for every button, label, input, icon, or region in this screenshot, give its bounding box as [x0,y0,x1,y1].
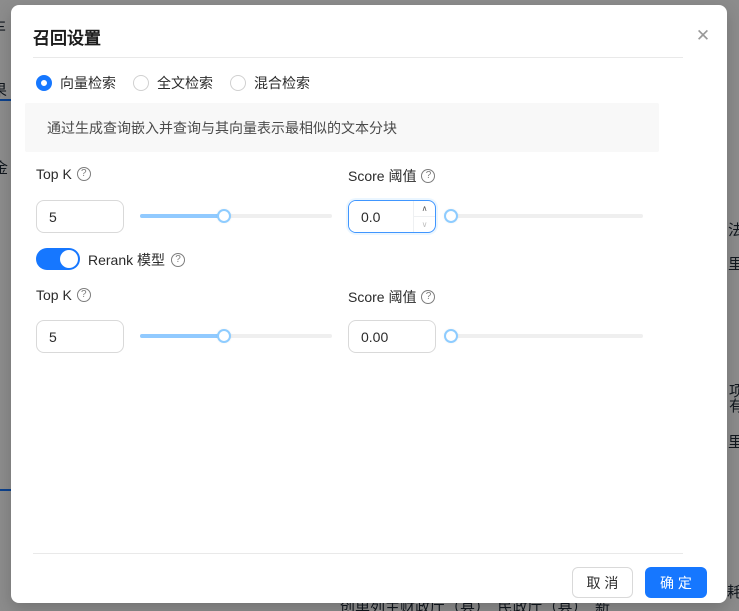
topk-label-text: Top K [36,287,72,303]
confirm-button[interactable]: 确 定 [645,567,707,598]
footer-divider [33,553,683,554]
number-spinner: ∧ ∨ [413,201,435,232]
topk-input-vector[interactable] [36,200,124,233]
help-icon[interactable]: ? [421,169,435,183]
radio-vector-search[interactable]: 向量检索 [36,73,116,93]
slider-handle[interactable] [217,209,231,223]
score-label-vector: Score 阈值 ? [348,166,435,186]
recall-settings-modal: 召回设置 ✕ 向量检索 全文检索 混合检索 通过生成查询嵌入并查询与其向量表示最… [11,5,727,603]
score-label-text: Score 阈值 [348,166,416,186]
radio-selected-icon [36,75,52,91]
rerank-label: Rerank 模型 ? [88,250,185,270]
slider-handle[interactable] [217,329,231,343]
toggle-knob [60,250,78,268]
score-input-rerank[interactable] [348,320,436,353]
score-slider-rerank[interactable] [445,329,643,343]
topk-slider-vector[interactable] [140,209,332,223]
retrieval-mode-radio-group: 向量检索 全文检索 混合检索 [36,73,327,93]
topk-label-vector: Top K ? [36,166,91,182]
spinner-down-icon[interactable]: ∨ [414,217,435,232]
rerank-label-text: Rerank 模型 [88,250,165,270]
mode-description-text: 通过生成查询嵌入并查询与其向量表示最相似的文本分块 [47,118,397,138]
help-icon[interactable]: ? [77,167,91,181]
header-divider [33,57,683,58]
score-slider-vector[interactable] [445,209,643,223]
spinner-up-icon[interactable]: ∧ [414,201,435,217]
topk-label-text: Top K [36,166,72,182]
topk-slider-rerank[interactable] [140,329,332,343]
radio-fulltext-search[interactable]: 全文检索 [133,73,213,93]
slider-track[interactable] [445,214,643,218]
help-icon[interactable]: ? [421,290,435,304]
topk-label-rerank: Top K ? [36,287,91,303]
score-input-vector[interactable] [349,201,413,232]
slider-track[interactable] [445,334,643,338]
radio-unselected-icon [133,75,149,91]
radio-unselected-icon [230,75,246,91]
slider-handle[interactable] [444,329,458,343]
slider-fill [140,214,224,218]
radio-label: 混合检索 [254,73,310,93]
score-label-text: Score 阈值 [348,287,416,307]
help-icon[interactable]: ? [77,288,91,302]
slider-handle[interactable] [444,209,458,223]
mode-description-box: 通过生成查询嵌入并查询与其向量表示最相似的文本分块 [25,103,659,152]
radio-label: 全文检索 [157,73,213,93]
topk-input-rerank[interactable] [36,320,124,353]
screen: 车 果 金 法 里 项 有 里 耗 创单列主财政厅（县） 民政厅（县） 新 召回… [0,0,739,611]
modal-title: 召回设置 [33,24,101,49]
help-icon[interactable]: ? [171,253,185,267]
slider-fill [140,334,224,338]
cancel-button[interactable]: 取 消 [572,567,633,598]
radio-label: 向量检索 [60,73,116,93]
close-icon[interactable]: ✕ [690,23,716,49]
score-label-rerank: Score 阈值 ? [348,287,435,307]
score-input-vector-wrapper: ∧ ∨ [348,200,436,233]
rerank-toggle[interactable] [36,248,80,270]
radio-hybrid-search[interactable]: 混合检索 [230,73,310,93]
